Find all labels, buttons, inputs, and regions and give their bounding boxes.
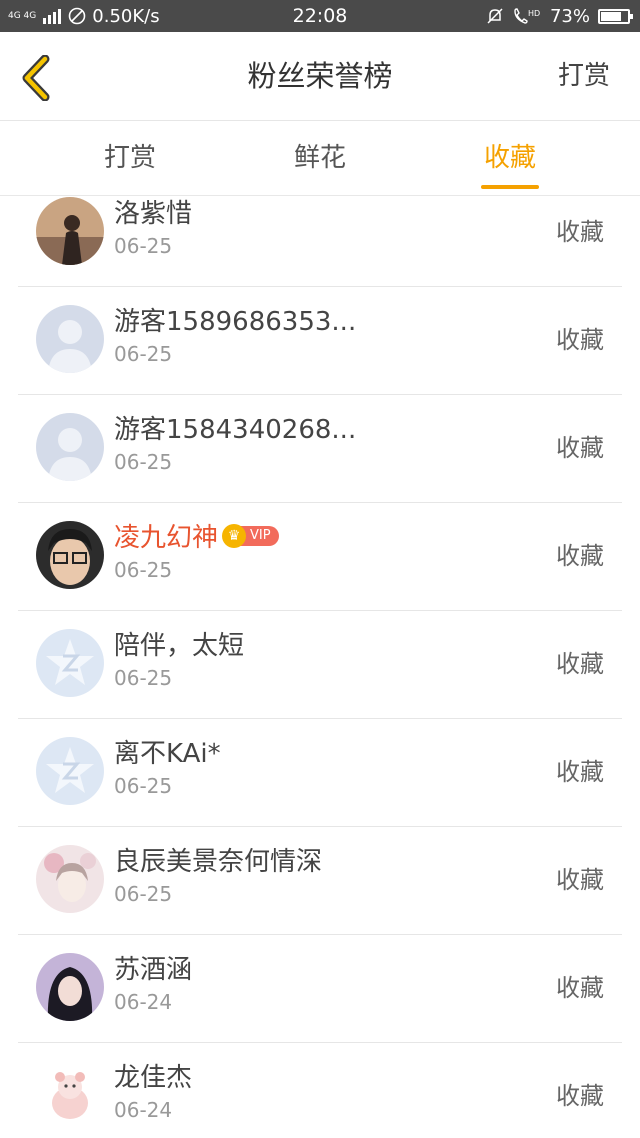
list-item[interactable]: 良辰美景奈何情深 06-25 收藏 — [18, 826, 622, 935]
date: 06-25 — [114, 558, 173, 582]
user-name[interactable]: 游客1589686353... — [114, 301, 356, 338]
hd-call-icon: HD — [514, 8, 540, 24]
list-item[interactable]: 陪伴，太短 06-25 收藏 — [18, 610, 622, 719]
reward-button[interactable]: 打赏 — [558, 32, 610, 120]
user-name[interactable]: 离不KAi* — [114, 733, 221, 770]
action-label: 收藏 — [556, 326, 604, 354]
cartoon-avatar-icon — [36, 1061, 104, 1129]
photo-avatar-icon — [36, 521, 104, 589]
action-label: 收藏 — [556, 1082, 604, 1110]
date: 06-24 — [114, 1098, 173, 1122]
user-name[interactable]: 洛紫惜 — [114, 196, 192, 230]
user-name[interactable]: 龙佳杰 — [114, 1057, 192, 1094]
action-label: 收藏 — [556, 434, 604, 462]
user-name[interactable]: 苏酒涵 — [114, 949, 192, 986]
photo-avatar-icon — [36, 197, 104, 265]
date: 06-25 — [114, 774, 173, 798]
action-label: 收藏 — [556, 650, 604, 678]
user-name[interactable]: 陪伴，太短 — [114, 625, 244, 662]
avatar[interactable] — [36, 521, 104, 589]
fan-list[interactable]: 洛紫惜 06-25 收藏 游客1589686353... 06-25 收藏 游客… — [0, 196, 640, 1138]
date: 06-24 — [114, 990, 173, 1014]
avatar[interactable] — [36, 1061, 104, 1129]
user-name[interactable]: 良辰美景奈何情深 — [114, 841, 322, 878]
user-name[interactable]: 游客1584340268... — [114, 409, 356, 446]
action-label: 收藏 — [556, 866, 604, 894]
vip-badge: ♛ VIP — [222, 523, 279, 548]
avatar[interactable] — [36, 953, 104, 1021]
action-label: 收藏 — [556, 974, 604, 1002]
tab-flowers[interactable]: 鲜花 — [260, 121, 380, 195]
mute-bell-icon — [487, 8, 503, 24]
hd-label: HD — [528, 9, 540, 18]
date: 06-25 — [114, 882, 173, 906]
avatar[interactable] — [36, 629, 104, 697]
user-name[interactable]: 凌九幻神 ♛ VIP — [114, 517, 279, 554]
action-label: 收藏 — [556, 218, 604, 246]
tab-bar: 打赏 鲜花 收藏 — [0, 121, 640, 196]
tab-flowers-label: 鲜花 — [293, 143, 346, 173]
action-label: 收藏 — [556, 758, 604, 786]
user-name-text: 凌九幻神 — [114, 523, 219, 553]
list-item[interactable]: 离不KAi* 06-25 收藏 — [18, 718, 622, 827]
qq-default-icon — [36, 629, 104, 697]
avatar[interactable] — [36, 737, 104, 805]
battery-icon — [598, 8, 633, 24]
date: 06-25 — [114, 342, 173, 366]
action-label: 收藏 — [556, 542, 604, 570]
list-item[interactable]: 游客1584340268... 06-25 收藏 — [18, 394, 622, 503]
tab-favorites[interactable]: 收藏 — [450, 121, 570, 195]
list-item[interactable]: 苏酒涵 06-24 收藏 — [18, 934, 622, 1043]
list-item[interactable]: 龙佳杰 06-24 收藏 — [18, 1042, 622, 1138]
battery-percent: 73% — [549, 5, 590, 27]
date: 06-25 — [114, 450, 173, 474]
default-user-icon — [36, 305, 104, 373]
status-bar: 4G 4G 0.50K/s 22:08 HD 73% — [0, 0, 640, 32]
list-item[interactable]: 游客1589686353... 06-25 收藏 — [18, 286, 622, 395]
title-bar: 粉丝荣誉榜 打赏 — [0, 32, 640, 121]
crown-icon: ♛ — [222, 523, 247, 548]
tab-reward-label: 打赏 — [103, 143, 156, 173]
avatar[interactable] — [36, 845, 104, 913]
tab-favorites-label: 收藏 — [483, 143, 536, 173]
page-title: 粉丝荣誉榜 — [247, 59, 393, 93]
photo-avatar-icon — [36, 845, 104, 913]
date: 06-25 — [114, 234, 173, 258]
active-tab-indicator — [481, 185, 539, 189]
tab-reward[interactable]: 打赏 — [70, 121, 190, 195]
qq-default-icon — [36, 737, 104, 805]
list-item[interactable]: 洛紫惜 06-25 收藏 — [18, 196, 622, 287]
status-right: HD 73% — [486, 0, 633, 32]
avatar[interactable] — [36, 197, 104, 265]
date: 06-25 — [114, 666, 173, 690]
default-user-icon — [36, 413, 104, 481]
avatar[interactable] — [36, 413, 104, 481]
list-item[interactable]: 凌九幻神 ♛ VIP 06-25 收藏 — [18, 502, 622, 611]
photo-avatar-icon — [36, 953, 104, 1021]
avatar[interactable] — [36, 305, 104, 373]
